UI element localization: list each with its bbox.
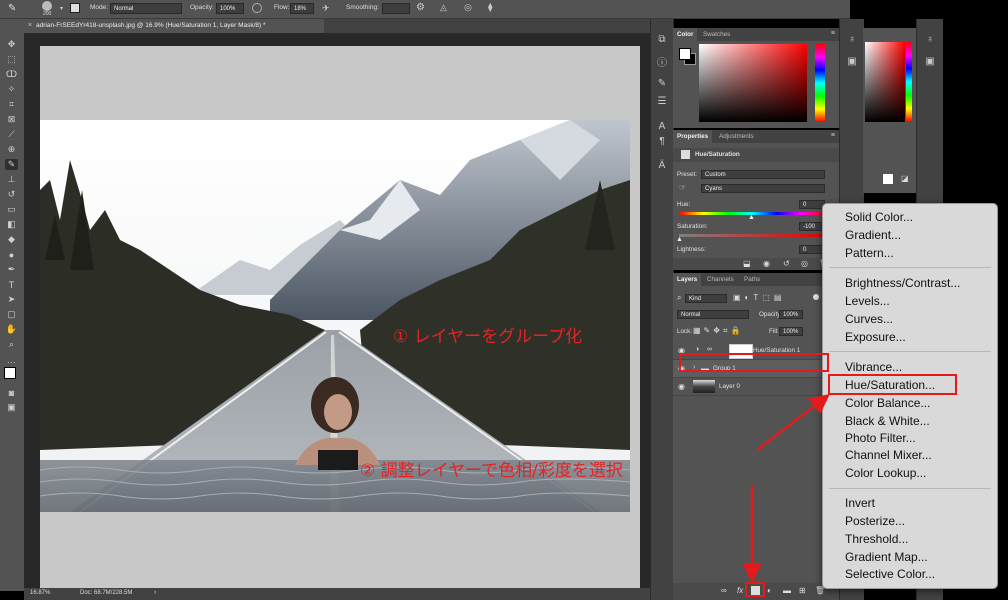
foreground-swatch[interactable] bbox=[679, 48, 691, 60]
annotation-arrows bbox=[742, 393, 830, 583]
arrow-to-hue-saturation bbox=[756, 393, 830, 451]
